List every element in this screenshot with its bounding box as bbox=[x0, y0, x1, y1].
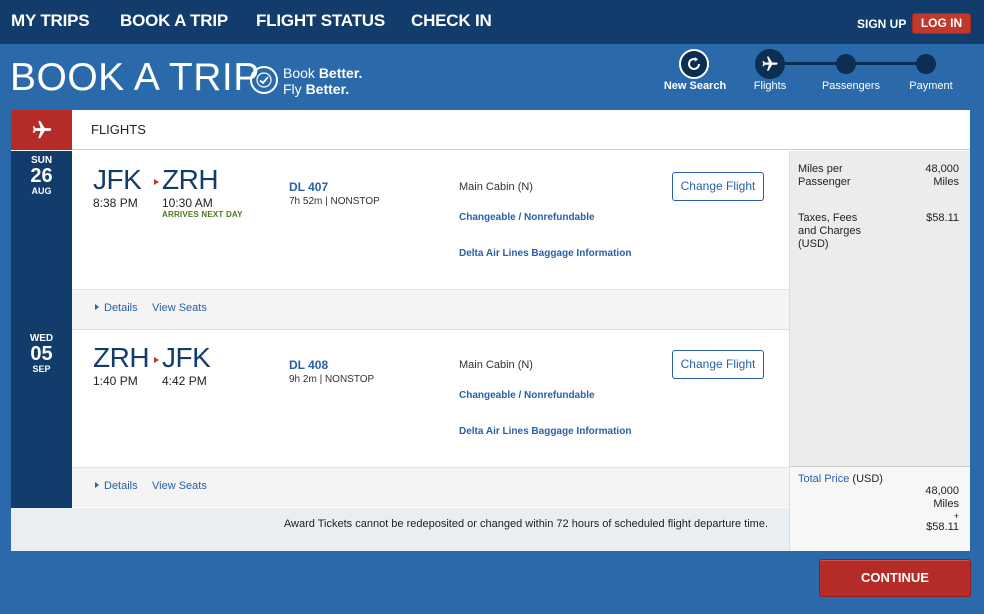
step-passengers bbox=[836, 54, 856, 74]
flight-duration-info: 7h 52m | NONSTOP bbox=[289, 196, 380, 207]
segment-footer: Details View Seats bbox=[72, 467, 789, 507]
cabin-class: Main Cabin (N) bbox=[459, 359, 533, 371]
caret-right-icon bbox=[95, 304, 99, 310]
arrival-time: 4:42 PM bbox=[162, 374, 207, 388]
refresh-icon bbox=[688, 57, 700, 70]
step-payment-label: Payment bbox=[909, 80, 953, 92]
departure-time: 1:40 PM bbox=[93, 374, 138, 388]
total-price-box: Total Price (USD) 48,000 Miles + $58.11 bbox=[790, 466, 970, 551]
change-flight-button[interactable]: Change Flight bbox=[672, 350, 764, 379]
view-seats-link[interactable]: View Seats bbox=[152, 480, 207, 492]
new-search-button[interactable] bbox=[679, 49, 709, 79]
flights-tab bbox=[11, 110, 72, 150]
nav-check-in[interactable]: CHECK IN bbox=[411, 11, 492, 31]
checkmark-badge-icon bbox=[250, 66, 278, 94]
view-seats-link[interactable]: View Seats bbox=[152, 302, 207, 314]
route-arrow-icon bbox=[154, 357, 159, 363]
flights-panel: FLIGHTS SUN 26 AUG JFK ZRH 8:38 PM 10:30… bbox=[11, 110, 970, 551]
sign-up-link[interactable]: SIGN UP bbox=[857, 17, 906, 31]
segment-footer: Details View Seats bbox=[72, 289, 789, 329]
arrives-next-day-note: ARRIVES NEXT DAY bbox=[162, 210, 243, 219]
miles-per-passenger-value: 48,000 Miles bbox=[925, 163, 959, 188]
origin-airport: ZRH bbox=[93, 342, 150, 373]
baggage-info-link[interactable]: Delta Air Lines Baggage Information bbox=[459, 248, 631, 259]
price-summary: Miles per Passenger 48,000 Miles Taxes, Fe… bbox=[789, 151, 970, 551]
brand-tagline-1: Book Better. bbox=[283, 65, 363, 81]
step-flights bbox=[755, 49, 785, 79]
continue-button[interactable]: CONTINUE bbox=[819, 559, 971, 597]
day-number: 05 bbox=[30, 343, 53, 365]
airplane-icon bbox=[762, 56, 778, 71]
taxes-fees-label: Taxes, Fees and Charges (USD) bbox=[798, 212, 861, 250]
date-column: SUN 26 AUG bbox=[11, 151, 72, 329]
nav-my-trips[interactable]: MY TRIPS bbox=[11, 11, 90, 31]
step-new-search-label: New Search bbox=[663, 80, 727, 92]
origin-airport: JFK bbox=[93, 164, 142, 195]
step-payment bbox=[916, 54, 936, 74]
nav-book-a-trip[interactable]: BOOK A TRIP bbox=[120, 11, 228, 31]
cabin-class: Main Cabin (N) bbox=[459, 181, 533, 193]
step-passengers-label: Passengers bbox=[821, 80, 881, 92]
destination-airport: ZRH bbox=[162, 164, 219, 195]
log-in-button[interactable]: LOG IN bbox=[912, 13, 971, 34]
flight-segment: JFK ZRH 8:38 PM 10:30 AM ARRIVES NEXT DA… bbox=[72, 151, 789, 289]
destination-airport: JFK bbox=[162, 342, 211, 373]
date-column: WED 05 SEP bbox=[11, 329, 72, 508]
flight-duration-info: 9h 2m | NONSTOP bbox=[289, 374, 375, 385]
flight-number-link[interactable]: DL 408 bbox=[289, 358, 328, 372]
month: SEP bbox=[32, 364, 51, 374]
day-number: 26 bbox=[30, 165, 53, 187]
flight-segment: ZRH JFK 1:40 PM 4:42 PM DL 408 9h 2m | N… bbox=[72, 329, 789, 467]
flight-number-link[interactable]: DL 407 bbox=[289, 180, 328, 194]
caret-right-icon bbox=[95, 482, 99, 488]
departure-time: 8:38 PM bbox=[93, 196, 138, 210]
miles-per-passenger-label: Miles per Passenger bbox=[798, 163, 851, 188]
taxes-fees-value: $58.11 bbox=[926, 212, 959, 224]
nav-flight-status[interactable]: FLIGHT STATUS bbox=[256, 11, 385, 31]
section-title: FLIGHTS bbox=[91, 122, 146, 137]
details-toggle[interactable]: Details bbox=[95, 480, 138, 492]
top-nav: MY TRIPS BOOK A TRIP FLIGHT STATUS CHECK… bbox=[0, 0, 984, 44]
step-flights-label: Flights bbox=[753, 80, 787, 92]
arrival-time: 10:30 AM bbox=[162, 196, 213, 210]
change-flight-button[interactable]: Change Flight bbox=[672, 172, 764, 201]
fare-rules-link[interactable]: Changeable / Nonrefundable bbox=[459, 390, 595, 401]
details-toggle[interactable]: Details bbox=[95, 302, 138, 314]
flights-panel-header: FLIGHTS bbox=[11, 110, 970, 150]
page-title: BOOK A TRIP bbox=[10, 56, 260, 99]
baggage-info-link[interactable]: Delta Air Lines Baggage Information bbox=[459, 426, 631, 437]
total-price-label[interactable]: Total Price (USD) bbox=[798, 473, 883, 485]
route-arrow-icon bbox=[154, 179, 159, 185]
airplane-icon bbox=[32, 120, 51, 139]
month: AUG bbox=[31, 186, 52, 196]
total-miles-value: 48,000 Miles + $58.11 bbox=[925, 485, 959, 533]
brand-tagline-2: Fly Better. bbox=[283, 81, 350, 97]
award-ticket-notice: Award Tickets cannot be redeposited or c… bbox=[11, 508, 789, 551]
fare-rules-link[interactable]: Changeable / Nonrefundable bbox=[459, 212, 595, 223]
